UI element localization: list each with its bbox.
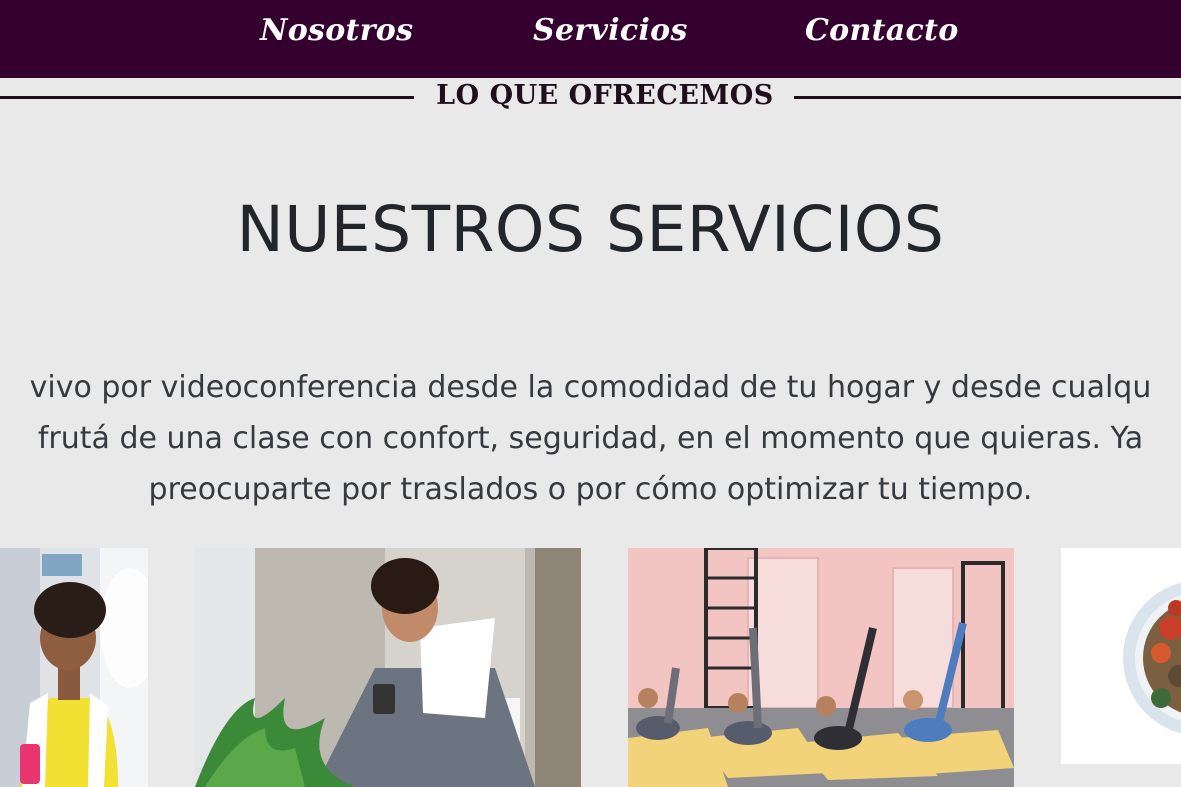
eyebrow-divider-right (794, 96, 1181, 99)
description-line-2: frutá de una clase con confort, segurida… (37, 421, 1144, 456)
nav-link-nosotros[interactable]: Nosotros (260, 13, 413, 48)
service-image-group-class[interactable] (628, 548, 1014, 787)
section-heading: NUESTROS SERVICIOS (236, 193, 945, 266)
top-nav: Nosotros Servicios Contacto (0, 0, 1181, 78)
nav-link-servicios[interactable]: Servicios (533, 13, 688, 48)
service-image-hydration[interactable] (0, 548, 148, 787)
service-image-nutrition[interactable] (1061, 548, 1181, 764)
service-image-online-class[interactable] (195, 548, 581, 787)
description-line-3: preocuparte por traslados o por cómo opt… (148, 472, 1033, 507)
description-line-1: vivo por videoconferencia desde la comod… (29, 370, 1152, 405)
section-eyebrow: LO QUE OFRECEMOS (436, 80, 774, 111)
nav-link-contacto[interactable]: Contacto (805, 13, 959, 48)
eyebrow-divider-left (0, 96, 414, 99)
